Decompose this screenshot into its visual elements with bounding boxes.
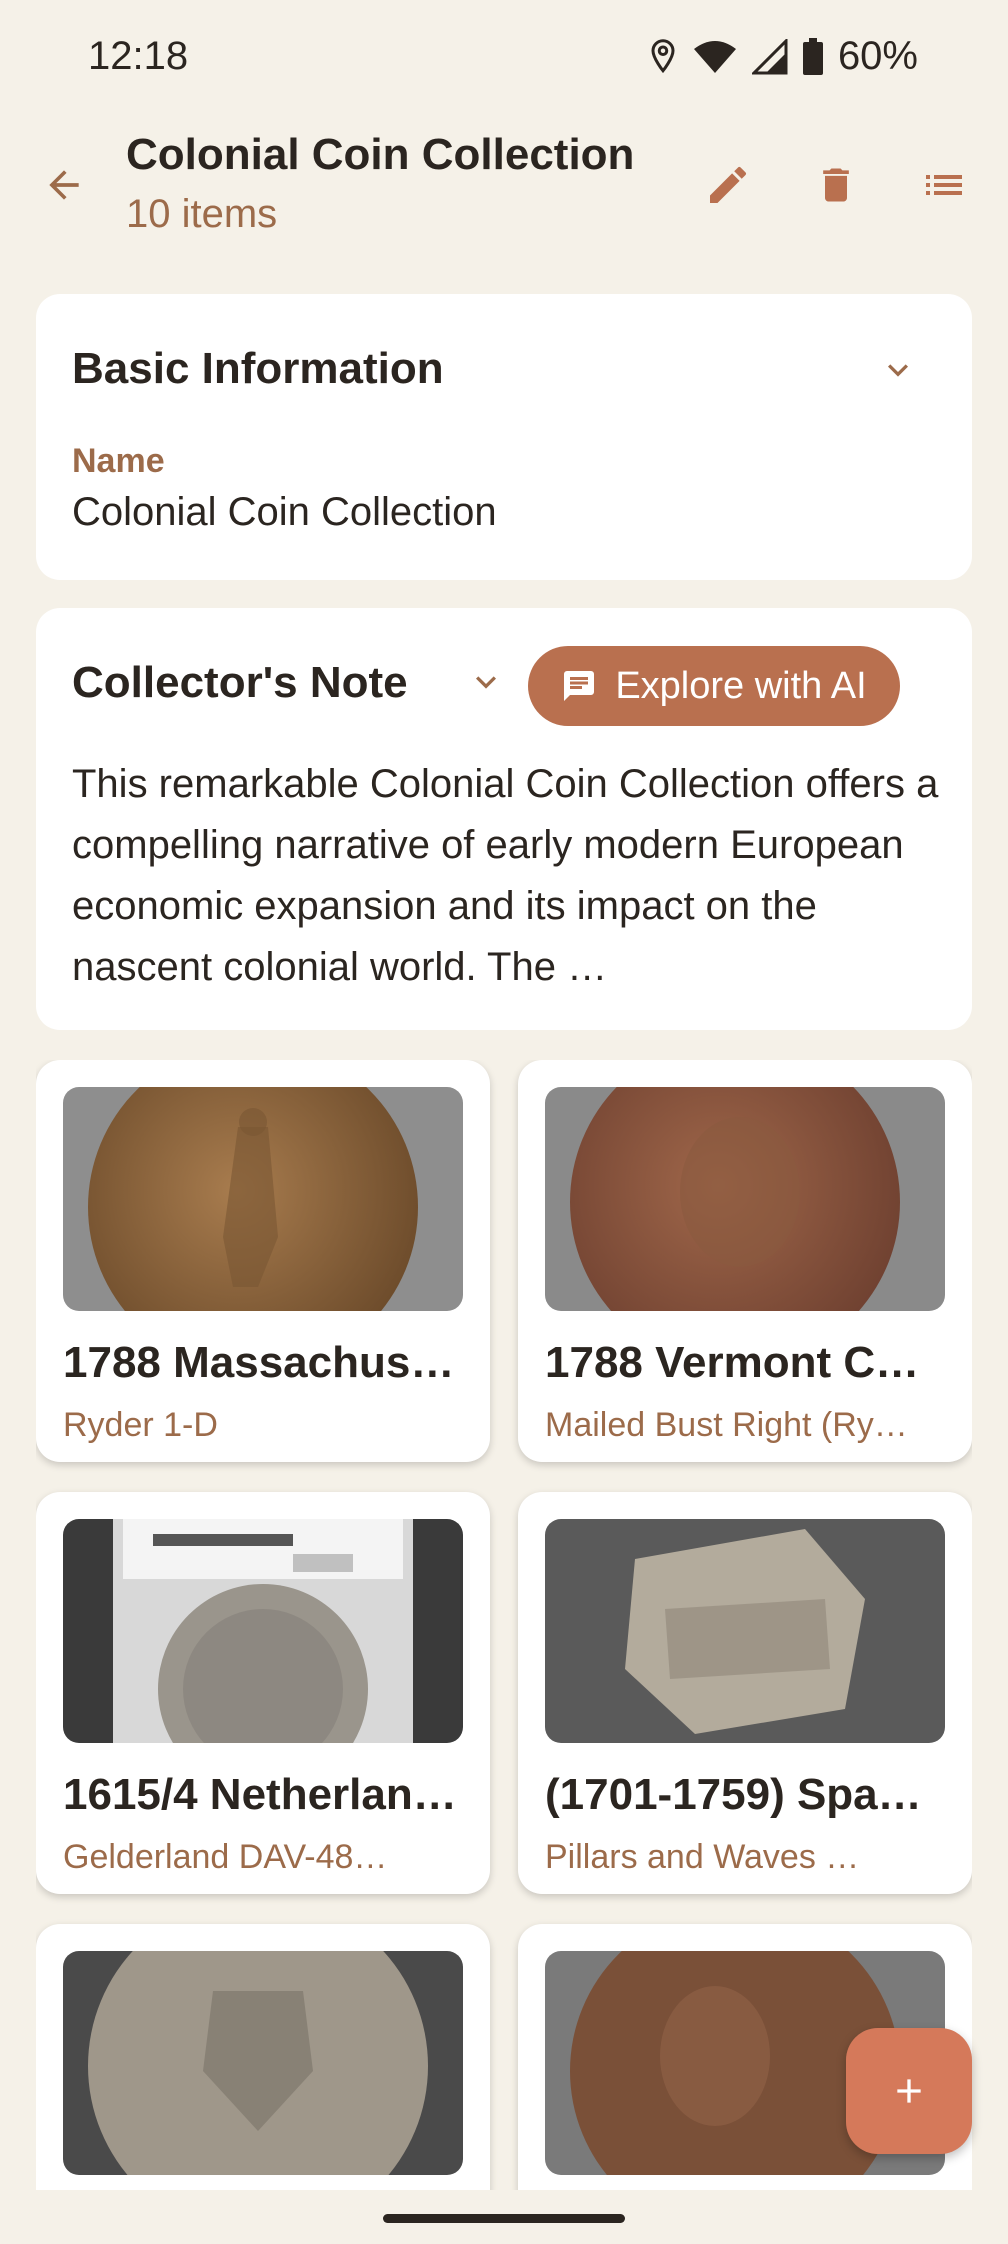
location-icon	[651, 38, 675, 73]
item-count: 10 items	[126, 192, 278, 236]
delete-icon	[823, 168, 849, 202]
collectors-note-toggle[interactable]	[454, 650, 518, 714]
basic-information-card: Basic Information Name Colonial Coin Col…	[36, 294, 972, 580]
chevron-down-icon	[888, 364, 908, 377]
status-icons: 60%	[648, 34, 918, 79]
item-card[interactable]: (1701-1759) Spa… Pillars and Waves …	[518, 1492, 972, 1894]
basic-information-header: Basic Information	[72, 344, 444, 393]
chat-icon	[564, 671, 595, 701]
item-subtitle: Mailed Bust Right (Ry…	[545, 1406, 908, 1444]
battery-percent: 60%	[837, 34, 918, 78]
item-card[interactable]	[36, 1924, 490, 2190]
gesture-nav-bar[interactable]	[383, 2214, 625, 2223]
basic-information-toggle[interactable]	[866, 338, 930, 402]
item-photo-massachusetts-cent	[63, 1087, 463, 1311]
item-title: 1615/4 Netherlan…	[63, 1770, 457, 1819]
collectors-note-text: This remarkable Colonial Coin Collection…	[72, 762, 939, 989]
items-grid: 1788 Massachus… Ryder 1-D 1788 Vermont C…	[36, 1060, 972, 2190]
chevron-down-icon	[476, 676, 496, 689]
delete-button[interactable]	[796, 145, 876, 225]
explore-with-ai-button[interactable]: Explore with AI	[528, 646, 900, 726]
signal-icon	[751, 38, 788, 74]
item-title: 1788 Vermont Co…	[545, 1338, 945, 1387]
wifi-icon	[693, 40, 736, 73]
app-bar: Colonial Coin Collection 10 items	[0, 120, 1008, 250]
collectors-note-card: Collector's Note Explore with AI This re…	[36, 608, 972, 1030]
status-bar: 12:18 60%	[0, 0, 1008, 115]
edit-icon	[710, 166, 746, 203]
item-title: (1701-1759) Spa…	[545, 1770, 922, 1819]
explore-with-ai-label: Explore with AI	[615, 664, 867, 707]
page-title: Colonial Coin Collection	[126, 130, 635, 179]
item-subtitle: Ryder 1-D	[63, 1406, 218, 1444]
item-card[interactable]: 1788 Massachus… Ryder 1-D	[36, 1060, 490, 1462]
item-subtitle: Gelderland DAV-48…	[63, 1838, 388, 1876]
item-photo-spanish-real	[63, 1951, 463, 2175]
add-item-button[interactable]	[846, 2028, 972, 2154]
back-button[interactable]	[24, 145, 104, 225]
item-card[interactable]: 1615/4 Netherlan… Gelderland DAV-48…	[36, 1492, 490, 1894]
item-photo-netherlands-slab	[63, 1519, 463, 1743]
name-value: Colonial Coin Collection	[72, 490, 497, 534]
item-photo-vermont-copper	[545, 1087, 945, 1311]
plus-icon	[897, 2079, 921, 2103]
battery-icon	[802, 37, 823, 75]
item-subtitle: Pillars and Waves …	[545, 1838, 860, 1876]
list-view-icon	[926, 175, 962, 195]
back-arrow-icon	[49, 170, 79, 200]
item-title: 1788 Massachus…	[63, 1338, 455, 1387]
list-view-button[interactable]	[904, 145, 984, 225]
status-time: 12:18	[88, 34, 189, 78]
edit-button[interactable]	[688, 145, 768, 225]
name-label: Name	[72, 442, 165, 480]
item-photo-spanish-cob	[545, 1519, 945, 1743]
item-card[interactable]: 1788 Vermont Co… Mailed Bust Right (Ry…	[518, 1060, 972, 1462]
collectors-note-header: Collector's Note	[72, 658, 408, 707]
